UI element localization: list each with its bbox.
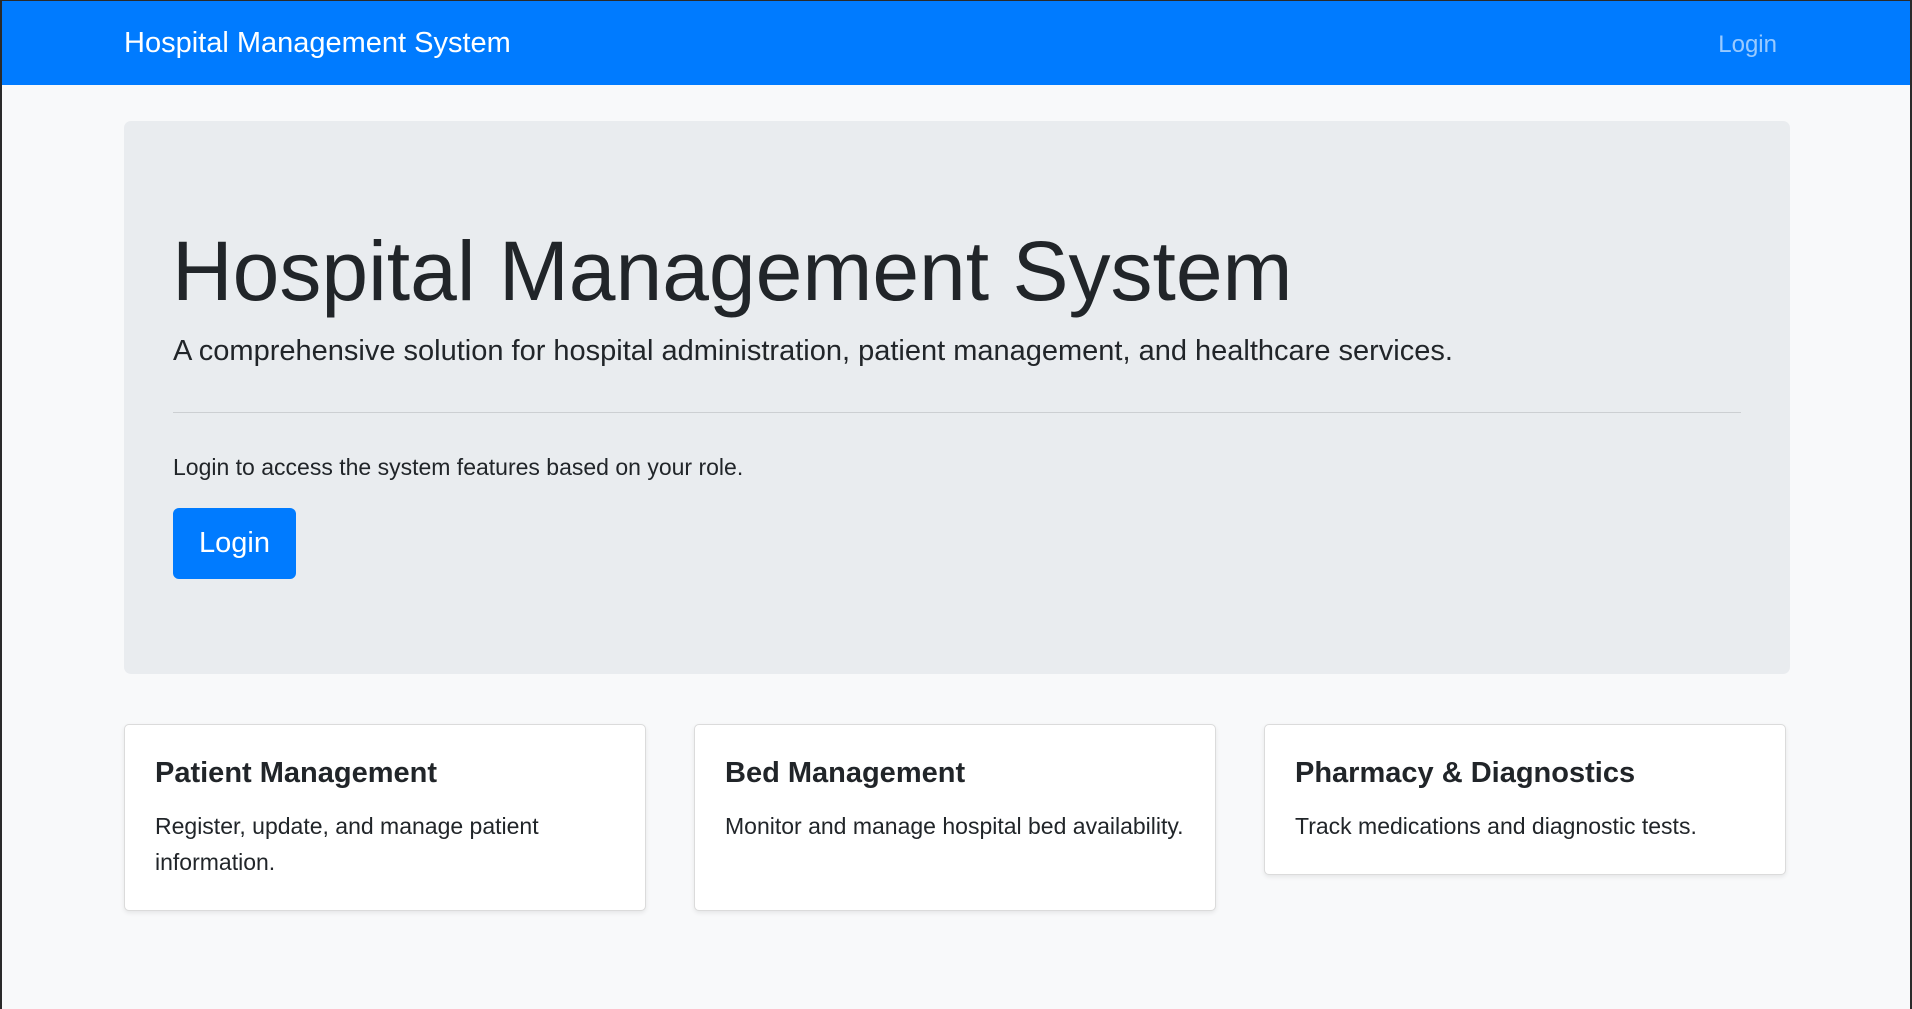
hero-divider xyxy=(173,412,1741,413)
top-navbar: Hospital Management System Login xyxy=(2,1,1910,85)
card-title: Patient Management xyxy=(155,757,437,789)
card-title: Bed Management xyxy=(725,757,966,789)
navbar-login-link[interactable]: Login xyxy=(1718,31,1777,59)
hero-lead: A comprehensive solution for hospital ad… xyxy=(173,335,1453,367)
card-title: Pharmacy & Diagnostics xyxy=(1295,757,1636,789)
card-text: Monitor and manage hospital bed availabi… xyxy=(725,813,1184,839)
feature-card-bed-management: Bed Management Monitor and manage hospit… xyxy=(694,724,1216,911)
feature-card-patient-management: Patient Management Register, update, and… xyxy=(124,724,646,911)
navbar-brand[interactable]: Hospital Management System xyxy=(124,27,511,60)
hero-jumbotron: Hospital Management System A comprehensi… xyxy=(124,121,1790,674)
browser-viewport: Hospital Management System Login Hospita… xyxy=(2,1,1910,1009)
hero-login-prompt: Login to access the system features base… xyxy=(173,454,744,480)
hero-login-button[interactable]: Login xyxy=(173,508,296,579)
card-text: Track medications and diagnostic tests. xyxy=(1295,813,1697,839)
card-text: Register, update, and manage patient inf… xyxy=(155,813,539,875)
hero-title: Hospital Management System xyxy=(172,224,1293,318)
feature-card-pharmacy-diagnostics: Pharmacy & Diagnostics Track medications… xyxy=(1264,724,1786,875)
